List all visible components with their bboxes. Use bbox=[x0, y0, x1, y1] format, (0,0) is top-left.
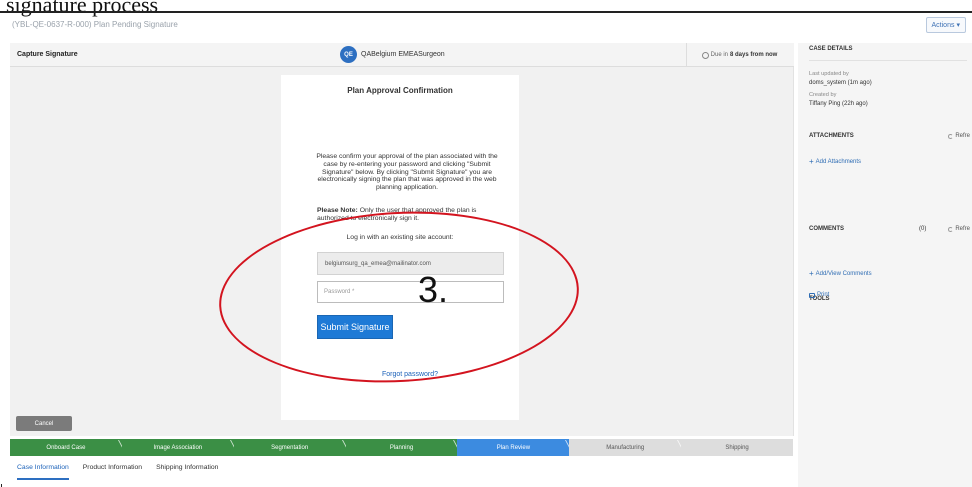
attachments-refresh[interactable]: Refre bbox=[948, 133, 970, 139]
refresh-label: Refre bbox=[955, 133, 970, 139]
created-by-label: Created by bbox=[809, 92, 837, 98]
workflow-stepper: Onboard Case Image Association Segmentat… bbox=[10, 439, 794, 456]
step-segmentation[interactable]: Segmentation bbox=[233, 439, 351, 456]
step-plan-review[interactable]: Plan Review bbox=[457, 439, 575, 456]
user-name: QABelgium EMEASurgeon bbox=[361, 51, 445, 58]
step-label: Image Association bbox=[153, 444, 203, 451]
step-label: Planning bbox=[389, 444, 414, 451]
print-label: Print bbox=[817, 292, 830, 298]
comments-count: (0) bbox=[919, 226, 927, 232]
refresh-icon bbox=[948, 133, 954, 139]
plus-icon: + bbox=[809, 157, 814, 166]
clock-icon bbox=[701, 51, 709, 59]
step-manufacturing[interactable]: Manufacturing bbox=[569, 439, 687, 456]
case-title: (YBL-QE-0637-R-000) Plan Pending Signatu… bbox=[12, 20, 178, 29]
annotation-step-number: 3. bbox=[418, 269, 449, 310]
window-titlebar: (YBL-QE-0637-R-000) Plan Pending Signatu… bbox=[6, 14, 972, 36]
actions-label: Actions bbox=[931, 21, 955, 29]
caption-underline bbox=[0, 11, 972, 13]
cancel-button[interactable]: Cancel bbox=[16, 416, 72, 431]
plan-approval-title: Plan Approval Confirmation bbox=[347, 86, 453, 95]
add-comments-label: Add/View Comments bbox=[815, 271, 872, 277]
due-value: 8 days from now bbox=[730, 52, 778, 58]
add-attachments-link[interactable]: + Add Attachments bbox=[809, 158, 861, 166]
created-by-value: Tiffany Ping (22h ago) bbox=[809, 101, 868, 107]
refresh-label: Refre bbox=[955, 226, 970, 232]
confirm-instructions: Please confirm your approval of the plan… bbox=[316, 153, 498, 192]
case-sidebar: CASE DETAILS Last updated by doms_system… bbox=[798, 43, 972, 487]
plus-icon: + bbox=[809, 269, 814, 278]
tab-product-information[interactable]: Product Information bbox=[83, 458, 142, 480]
last-updated-value: doms_system (1m ago) bbox=[809, 80, 872, 86]
step-planning[interactable]: Planning bbox=[345, 439, 463, 456]
print-row[interactable]: Print bbox=[809, 292, 829, 298]
last-updated-label: Last updated by bbox=[809, 71, 849, 77]
step-label: Plan Review bbox=[496, 444, 531, 451]
case-details-heading: CASE DETAILS bbox=[809, 46, 853, 52]
due-prefix: Due in bbox=[710, 52, 728, 58]
step-label: Shipping bbox=[725, 444, 749, 451]
step-shipping[interactable]: Shipping bbox=[681, 439, 794, 456]
panel-header: Capture Signature QE QABelgium EMEASurge… bbox=[10, 43, 794, 67]
step-label: Manufacturing bbox=[606, 444, 645, 451]
capture-signature-title: Capture Signature bbox=[17, 51, 78, 58]
step-image-association[interactable]: Image Association bbox=[121, 439, 239, 456]
add-attachments-label: Add Attachments bbox=[815, 159, 862, 165]
refresh-icon bbox=[948, 226, 954, 232]
note-label: Please Note: bbox=[317, 207, 358, 214]
sidebar-divider bbox=[809, 60, 967, 61]
assigned-user: QE QABelgium EMEASurgeon bbox=[340, 46, 445, 63]
actions-button[interactable]: Actions ▾ bbox=[925, 17, 966, 33]
tab-shipping-information[interactable]: Shipping Information bbox=[156, 458, 218, 480]
add-view-comments-link[interactable]: + Add/View Comments bbox=[809, 270, 872, 278]
print-icon bbox=[809, 292, 815, 298]
attachments-heading: ATTACHMENTS bbox=[809, 133, 854, 139]
tab-case-information[interactable]: Case Information bbox=[17, 458, 69, 480]
comments-heading: COMMENTS bbox=[809, 226, 844, 232]
info-tabs: Case Information Product Information Shi… bbox=[10, 458, 793, 480]
avatar: QE bbox=[340, 46, 357, 63]
step-onboard-case[interactable]: Onboard Case bbox=[10, 439, 127, 456]
step-label: Onboard Case bbox=[46, 444, 86, 451]
chevron-down-icon: ▾ bbox=[956, 22, 960, 29]
due-date: Due in 8 days from now bbox=[686, 43, 792, 67]
comments-refresh[interactable]: Refre bbox=[948, 226, 970, 232]
step-label: Segmentation bbox=[271, 444, 309, 451]
